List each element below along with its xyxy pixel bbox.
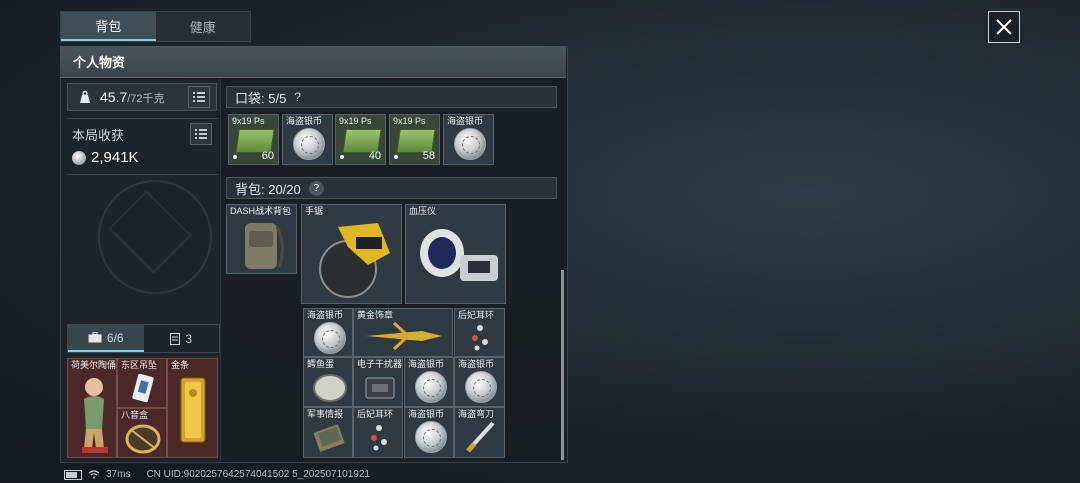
silver-coin-icon — [293, 128, 325, 160]
pocket-item[interactable]: 9x19 Ps 58 — [389, 114, 440, 165]
silver-coin-icon — [415, 371, 447, 403]
tab-backpack[interactable]: 背包 — [61, 12, 156, 41]
weight-icon — [80, 90, 90, 103]
blood-pressure-monitor-icon — [420, 229, 498, 281]
tab-safe-box[interactable]: 6/6 — [68, 325, 144, 352]
backpack-item[interactable]: 海盗银币 — [454, 357, 505, 407]
silver-coin-icon — [465, 371, 497, 403]
case-icon — [170, 333, 181, 345]
backpack-item[interactable]: 手锯 — [301, 204, 402, 304]
weight-value: 45.7/72千克 — [100, 88, 165, 105]
tactical-backpack-icon — [245, 223, 284, 269]
battery-icon — [64, 469, 82, 480]
backpack-header: 背包: 20/20 ? — [226, 177, 557, 199]
container-tabs: 6/6 3 — [67, 324, 220, 353]
weight-display: 45.7/72千克 — [67, 83, 217, 111]
backpack-item[interactable]: DASH战术背包 — [226, 204, 297, 274]
backpack-item[interactable]: 军事情报 — [303, 407, 353, 458]
close-icon — [996, 19, 1012, 35]
backpack-item[interactable]: 海盗银币 — [404, 407, 454, 458]
backpack-item[interactable]: 鳄鱼蛋 — [303, 357, 353, 407]
backpack-item[interactable]: 后妃耳环 — [353, 407, 403, 458]
silver-coin-icon — [454, 128, 486, 160]
cutlass-icon — [466, 421, 495, 453]
list-icon — [193, 92, 205, 102]
briefcase-icon — [88, 332, 102, 343]
status-bar: 37ms CN UID:9020257642574041502 5_202507… — [64, 469, 370, 480]
backpack-item[interactable]: 黄金饰章 — [353, 308, 453, 357]
pocket-header: 口袋: 5/5 ? — [226, 86, 557, 108]
pocket-help-button[interactable]: ? — [294, 90, 301, 104]
ping-text: 37ms — [106, 469, 131, 480]
tab-health[interactable]: 健康 — [156, 12, 251, 41]
haul-label: 本局收获 — [72, 128, 125, 143]
backpack-item[interactable]: 海盗银币 — [303, 308, 353, 357]
list-icon — [195, 129, 207, 139]
backpack-item[interactable]: 电子干扰器 — [353, 357, 403, 407]
tab-case[interactable]: 3 — [144, 325, 220, 352]
croc-egg-icon — [313, 374, 347, 402]
backpack-item[interactable]: 海盗弯刀 — [454, 407, 505, 458]
music-box-icon — [125, 424, 161, 454]
silver-coin-icon — [415, 421, 447, 453]
earring-icon — [371, 425, 387, 451]
quality-dot — [340, 155, 344, 159]
weight-list-button[interactable] — [188, 86, 210, 108]
backpack-item[interactable]: 血压仪 — [405, 204, 506, 304]
panel-title: 个人物资 — [60, 46, 566, 78]
intel-documents-icon — [313, 424, 345, 452]
divider — [67, 174, 218, 175]
wifi-icon — [88, 470, 100, 479]
jammer-icon — [365, 377, 395, 399]
backpack-help-button[interactable]: ? — [308, 180, 324, 196]
uid-text: CN UID:9020257642574041502 5_20250710192… — [146, 469, 370, 480]
backpack-item[interactable]: 后妃耳环 — [454, 308, 505, 357]
haul-value: 2,941K — [72, 149, 139, 166]
backpack-item[interactable]: 海盗银币 — [404, 357, 454, 407]
earring-icon — [472, 325, 488, 351]
safe-item[interactable]: 荷美尔陶俑 — [67, 358, 117, 458]
pocket-item[interactable]: 9x19 Ps 60 — [228, 114, 279, 165]
pocket-item[interactable]: 9x19 Ps 40 — [335, 114, 386, 165]
scrollbar[interactable] — [561, 270, 564, 460]
pocket-item[interactable]: 海盗银币 — [443, 114, 494, 165]
pocket-item[interactable]: 海盗银币 — [282, 114, 333, 165]
haul-list-button[interactable] — [190, 123, 212, 145]
quality-dot — [233, 155, 237, 159]
gold-bar-icon — [180, 377, 206, 443]
top-tabs: 背包 健康 — [60, 11, 251, 42]
divider — [67, 118, 218, 119]
silver-coin-icon — [314, 322, 346, 354]
safe-item[interactable]: 金条 — [167, 358, 218, 458]
safe-item[interactable]: 八音盒 — [117, 408, 167, 458]
circular-saw-icon — [319, 223, 390, 298]
gold-emblem-icon — [366, 321, 442, 351]
figurine-icon — [82, 378, 108, 453]
safe-item[interactable]: 东区吊坠 — [117, 358, 167, 408]
coin-icon — [72, 150, 86, 165]
close-button[interactable] — [988, 11, 1020, 43]
quality-dot — [394, 155, 398, 159]
pendant-icon — [132, 373, 154, 403]
